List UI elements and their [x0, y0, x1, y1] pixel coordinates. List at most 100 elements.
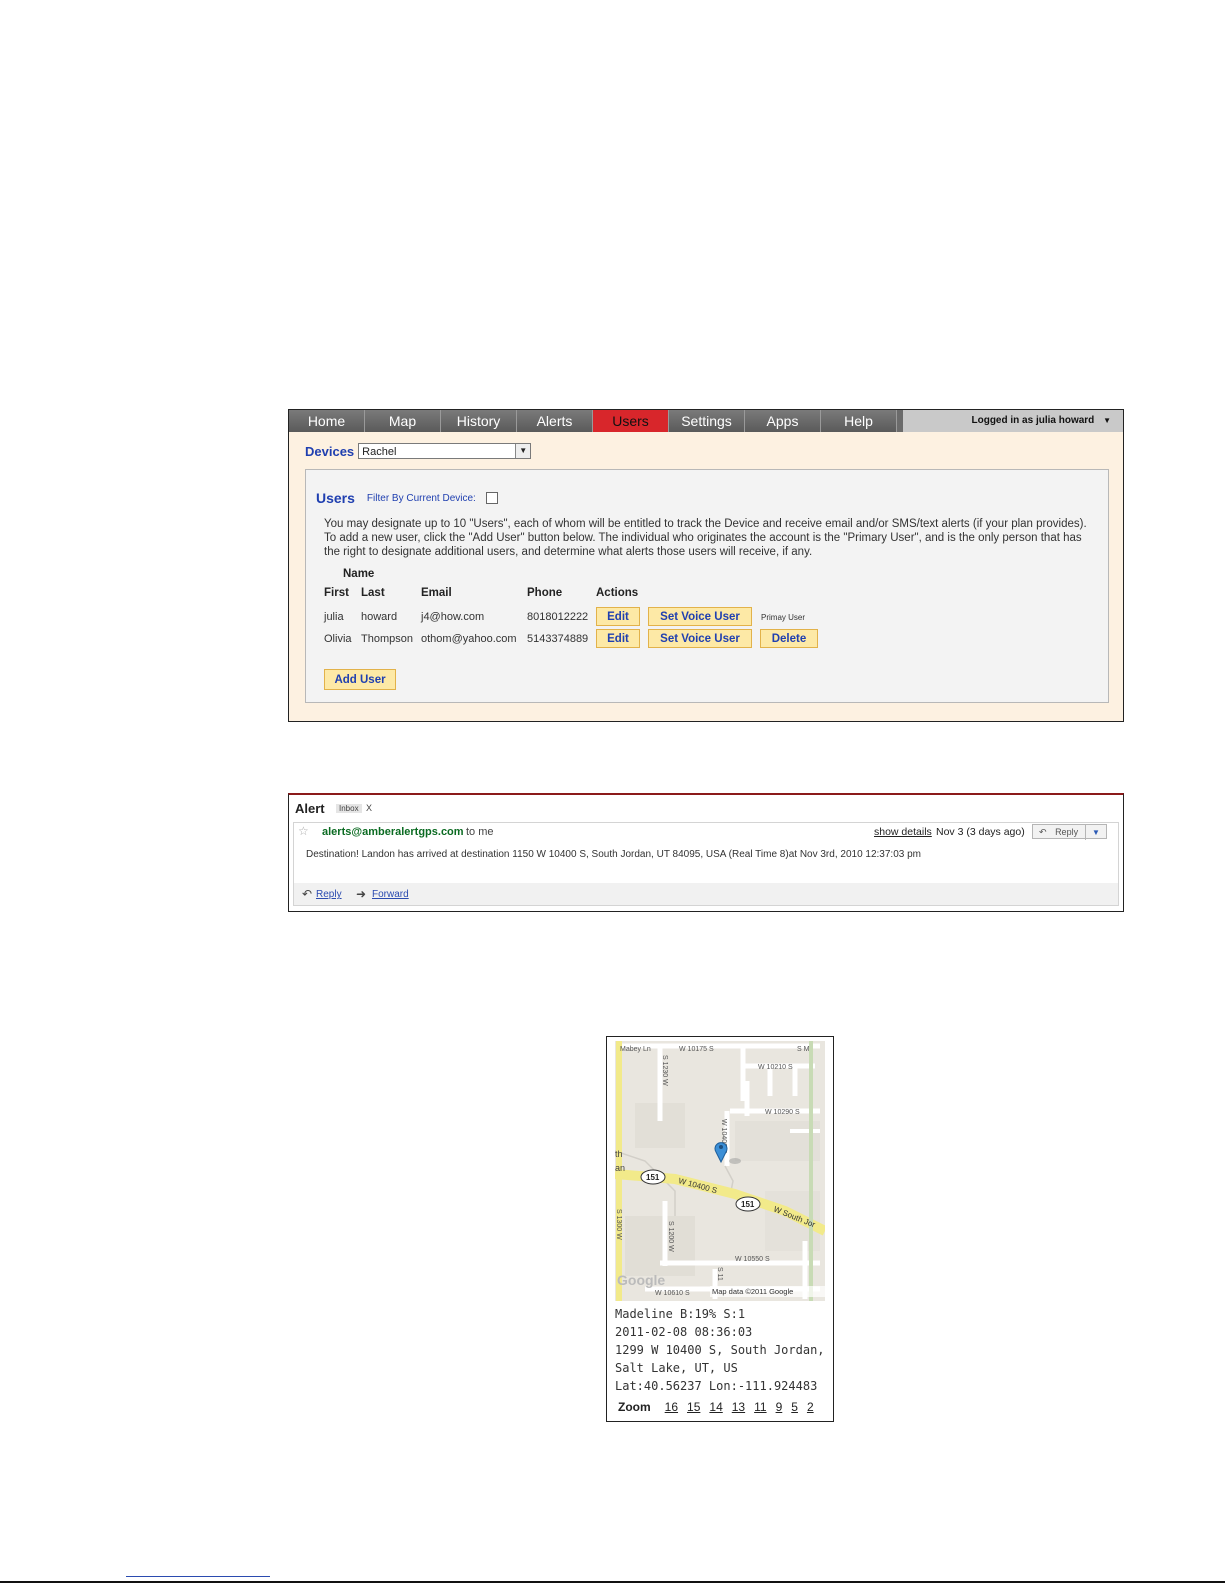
account-menu[interactable]: Logged in as julia howard ▼	[903, 410, 1123, 432]
highway-shield-151-east: 151	[741, 1200, 755, 1209]
row2-phone: 5143374889	[527, 633, 589, 645]
device-select-value: Rachel	[362, 446, 397, 458]
row1-phone: 8018012222	[527, 611, 589, 623]
users-title: Users	[316, 490, 355, 506]
google-logo: Google	[617, 1272, 665, 1288]
email-subject: Alert	[295, 801, 325, 816]
filter-label: Filter By Current Device:	[366, 492, 476, 504]
star-icon[interactable]: ☆	[298, 824, 309, 838]
row2-delete-button[interactable]: Delete	[760, 629, 818, 648]
tab-map[interactable]: Map	[365, 410, 441, 432]
users-description: You may designate up to 10 "Users", each…	[324, 518, 1087, 558]
forward-arrow-icon: ➜	[356, 887, 367, 901]
map-label-an: an	[615, 1163, 625, 1173]
forward-link[interactable]: Forward	[372, 889, 409, 900]
header-name: Name	[343, 568, 375, 580]
row1-last: howard	[361, 611, 398, 623]
map-label-th: th	[615, 1149, 623, 1159]
zoom-label: Zoom	[618, 1400, 651, 1414]
footnote-separator	[126, 1576, 270, 1577]
inbox-label[interactable]: Inbox	[336, 804, 362, 813]
reply-button-label: Reply	[1055, 827, 1079, 837]
map-label-w10210: W 10210 S	[758, 1064, 793, 1071]
zoom-link-2[interactable]: 2	[807, 1400, 814, 1414]
add-user-button[interactable]: Add User	[324, 669, 396, 690]
location-timestamp: 2011-02-08 08:36:03	[615, 1325, 753, 1339]
tab-alerts[interactable]: Alerts	[517, 410, 593, 432]
tab-users[interactable]: Users	[593, 410, 669, 432]
tab-settings[interactable]: Settings	[669, 410, 745, 432]
tab-home[interactable]: Home	[289, 410, 365, 432]
dropdown-arrow-icon[interactable]: ▼	[515, 444, 531, 458]
email-alert-panel: Alert Inbox X ☆ alerts@amberalertgps.com…	[288, 793, 1124, 912]
map-label-w10550: W 10550 S	[735, 1256, 770, 1263]
zoom-link-11[interactable]: 11	[754, 1400, 766, 1414]
device-selector-row: Devices Rachel ▼	[305, 443, 532, 459]
map-label-s1300: S 1300 W	[615, 1209, 622, 1240]
location-info: Madeline B:19% S:1 2011-02-08 08:36:03 1…	[615, 1305, 825, 1395]
row2-edit-button[interactable]: Edit	[596, 629, 640, 648]
row1-first: julia	[324, 611, 344, 623]
zoom-link-5[interactable]: 5	[791, 1400, 798, 1414]
remove-label-icon[interactable]: X	[366, 803, 372, 813]
location-map-card: Mabey Ln W 10175 S S M S 1230 W W 10210 …	[606, 1036, 834, 1422]
row2-set-voice-user-button[interactable]: Set Voice User	[648, 629, 752, 648]
map-label-s1230: S 1230 W	[661, 1055, 668, 1086]
main-nav: Home Map History Alerts Users Settings A…	[289, 410, 1123, 432]
row2-last: Thompson	[361, 633, 413, 645]
email-body: Destination! Landon has arrived at desti…	[306, 849, 922, 860]
map-label-s1200: S 1200 W	[667, 1221, 674, 1252]
header-email: Email	[421, 587, 452, 599]
location-address-line1: 1299 W 10400 S, South Jordan,	[615, 1343, 825, 1357]
header-actions: Actions	[596, 587, 639, 599]
more-options-icon[interactable]: ▼	[1085, 825, 1106, 840]
tab-history[interactable]: History	[441, 410, 517, 432]
map-label-w10290: W 10290 S	[765, 1109, 800, 1116]
zoom-link-9[interactable]: 9	[776, 1400, 783, 1414]
zoom-link-13[interactable]: 13	[732, 1400, 745, 1414]
map-label-sm: S M	[797, 1046, 810, 1053]
page-bottom-rule	[0, 1581, 1225, 1583]
tab-apps[interactable]: Apps	[745, 410, 821, 432]
email-date: Nov 3 (3 days ago)	[936, 826, 1025, 838]
zoom-link-14[interactable]: 14	[709, 1400, 722, 1414]
email-sender[interactable]: alerts@amberalertgps.com	[322, 826, 464, 838]
row1-email: j4@how.com	[421, 611, 485, 623]
zoom-link-16[interactable]: 16	[665, 1400, 678, 1414]
location-coordinates: Lat:40.56237 Lon:-111.924483	[615, 1379, 818, 1393]
header-phone: Phone	[527, 587, 563, 599]
users-section: Users Filter By Current Device: You may …	[305, 469, 1109, 703]
row1-set-voice-user-button[interactable]: Set Voice User	[648, 607, 752, 626]
row2-email: othom@yahoo.com	[421, 633, 517, 645]
reply-link[interactable]: Reply	[316, 889, 342, 900]
caret-down-icon: ▼	[1103, 416, 1111, 425]
map-label-s11: S 11	[716, 1267, 723, 1281]
reply-button[interactable]: ↶ Reply ▼	[1032, 824, 1107, 840]
map-label-mabey: Mabey Ln	[620, 1046, 651, 1053]
devices-label: Devices	[305, 443, 355, 459]
email-footer: ↶ Reply ➜ Forward	[294, 883, 1118, 905]
reply-arrow-icon: ↶	[1039, 827, 1047, 837]
tab-help[interactable]: Help	[821, 410, 897, 432]
map-label-w10175: W 10175 S	[679, 1046, 714, 1053]
email-recipient: to me	[466, 826, 494, 838]
map-attribution: Map data ©2011 Google	[712, 1287, 793, 1296]
device-status: Madeline B:19% S:1	[615, 1307, 746, 1321]
filter-checkbox[interactable]	[485, 492, 498, 504]
users-admin-panel: Home Map History Alerts Users Settings A…	[288, 409, 1124, 722]
map-view[interactable]: Mabey Ln W 10175 S S M S 1230 W W 10210 …	[615, 1041, 825, 1301]
device-select[interactable]: Rachel ▼	[358, 443, 532, 459]
show-details-link[interactable]: show details	[874, 826, 932, 838]
map-label-w10610: W 10610 S	[655, 1290, 690, 1297]
row1-primary-user-label: Primay User	[761, 613, 806, 622]
zoom-link-15[interactable]: 15	[687, 1400, 700, 1414]
reply-arrow-icon: ↶	[302, 887, 313, 901]
highway-shield-151-west: 151	[646, 1173, 660, 1182]
users-header: Users Filter By Current Device:	[316, 490, 498, 506]
zoom-controls: Zoom 16 15 14 13 11 9 5 2	[618, 1400, 823, 1414]
logged-in-label: Logged in as julia howard	[971, 415, 1095, 426]
header-first: First	[324, 587, 349, 599]
row2-first: Olivia	[324, 633, 352, 645]
header-last: Last	[361, 587, 385, 599]
row1-edit-button[interactable]: Edit	[596, 607, 640, 626]
